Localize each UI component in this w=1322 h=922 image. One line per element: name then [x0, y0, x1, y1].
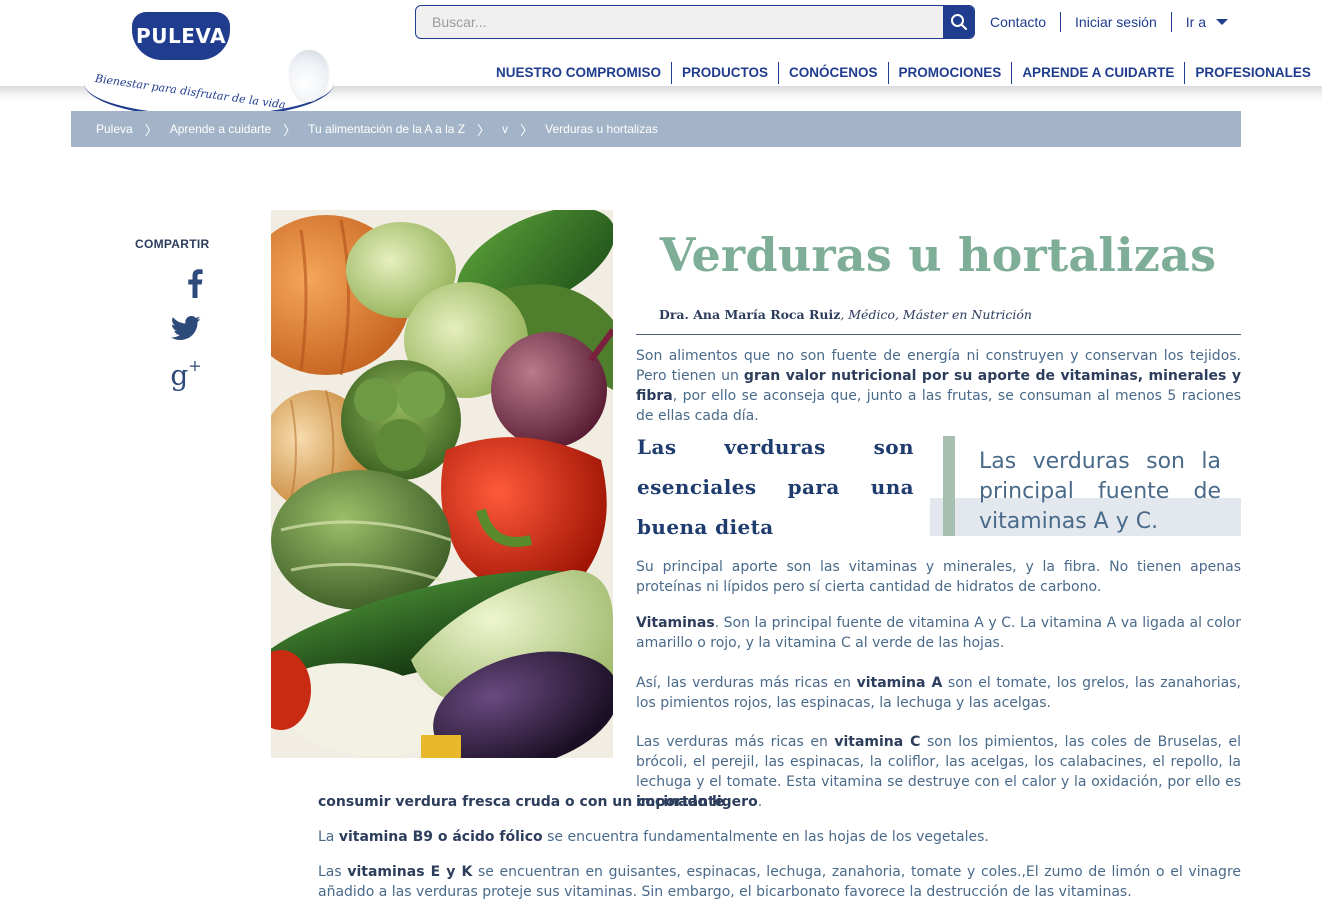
site-header: PULEVA Bienestar para disfrutar de la vi… [0, 0, 1322, 118]
bold-text: vitamina C [834, 734, 921, 750]
paragraph: Las vitaminas E y K se encuentran en gui… [318, 862, 1241, 902]
breadcrumb-separator-icon: 〉 [520, 122, 534, 138]
nav-item-productos[interactable]: PRODUCTOS [672, 62, 780, 84]
goto-label: Ir a [1185, 14, 1206, 30]
author-name: Dra. Ana María Roca Ruiz [659, 307, 841, 322]
breadcrumb-current: Verduras u hortalizas [545, 122, 658, 136]
text-span: , por ello se aconseja que, junto a las … [636, 388, 1241, 424]
breadcrumb-separator-icon: 〉 [144, 122, 158, 138]
author-role: , Médico, Máster en Nutrición [840, 307, 1032, 322]
bold-text: vitaminas E y K [347, 864, 473, 880]
paragraph: Su principal aporte son las vitaminas y … [636, 559, 1241, 595]
logo-text: PULEVA [136, 24, 226, 48]
contact-link[interactable]: Contacto [976, 12, 1062, 32]
facebook-icon[interactable] [180, 266, 210, 300]
nav-item-conocenos[interactable]: CONÓCENOS [779, 62, 889, 84]
text-span: La [318, 829, 339, 845]
nav-item-profesionales[interactable]: PROFESIONALES [1185, 62, 1321, 84]
bold-text: vitamina B9 o ácido fólico [338, 829, 543, 845]
paragraph: Así, las verduras más ricas en vitamina … [636, 673, 1241, 713]
login-link[interactable]: Iniciar sesión [1061, 12, 1172, 32]
bold-text: Vitaminas [636, 615, 715, 631]
vegetables-image [271, 210, 613, 758]
search-input[interactable] [416, 6, 943, 38]
paragraph-continuation: consumir verdura fresca cruda o con un c… [318, 792, 1241, 812]
google-plus-icon[interactable]: g+ [166, 356, 206, 392]
breadcrumb-separator-icon: 〉 [283, 122, 297, 138]
divider [636, 334, 1241, 335]
nav-item-aprende[interactable]: APRENDE A CUIDARTE [1012, 62, 1186, 84]
paragraph: La vitamina B9 o ácido fólico se encuent… [318, 827, 1241, 847]
intro-paragraph: Son alimentos que no son fuente de energ… [636, 346, 1241, 426]
breadcrumb-separator-icon: 〉 [477, 122, 491, 138]
text-span: . Son la principal fuente de vitamina A … [636, 615, 1241, 651]
bold-text: consumir verdura fresca cruda o con un c… [318, 794, 758, 810]
section-heading: Las verduras son esenciales para una bue… [637, 435, 914, 539]
nav-item-compromiso[interactable]: NUESTRO COMPROMISO [486, 62, 673, 84]
breadcrumb-item[interactable]: Tu alimentación de la A a la Z [308, 122, 465, 136]
nav-item-promociones[interactable]: PROMOCIONES [889, 62, 1013, 84]
twitter-icon[interactable] [170, 314, 202, 342]
search-button[interactable] [943, 6, 974, 38]
goto-dropdown[interactable]: Ir a [1172, 12, 1242, 32]
text-span: Las verduras más ricas en [636, 734, 835, 750]
article-title: Verduras u hortalizas [659, 228, 1217, 282]
quote-text: Las verduras son la principal fuente de … [979, 449, 1221, 534]
breadcrumb: Puleva 〉 Aprende a cuidarte 〉 Tu aliment… [71, 111, 1241, 147]
puleva-logo[interactable]: PULEVA [132, 12, 230, 60]
breadcrumb-item[interactable]: v [502, 122, 508, 136]
bold-text: vitamina A [856, 675, 943, 691]
top-links: Contacto Iniciar sesión Ir a [976, 12, 1242, 32]
search-box [415, 5, 975, 39]
text-span: se encuentra fundamentalmente en las hoj… [542, 829, 989, 845]
text-span: Así, las verduras más ricas en [636, 675, 857, 691]
pull-quote: Las verduras son la principal fuente de … [930, 436, 1241, 536]
breadcrumb-item[interactable]: Puleva [96, 122, 133, 136]
author-byline: Dra. Ana María Roca Ruiz, Médico, Máster… [659, 307, 1032, 322]
quote-bar [943, 436, 955, 536]
search-icon [950, 14, 967, 31]
main-nav: NUESTRO COMPROMISO PRODUCTOS CONÓCENOS P… [486, 62, 1321, 84]
share-title: COMPARTIR [135, 237, 210, 251]
chevron-down-icon [1215, 19, 1228, 25]
paragraph: Vitaminas. Son la principal fuente de vi… [636, 613, 1241, 653]
breadcrumb-item[interactable]: Aprende a cuidarte [170, 122, 271, 136]
text-span: . [757, 794, 763, 810]
text-span: Las [318, 864, 348, 880]
